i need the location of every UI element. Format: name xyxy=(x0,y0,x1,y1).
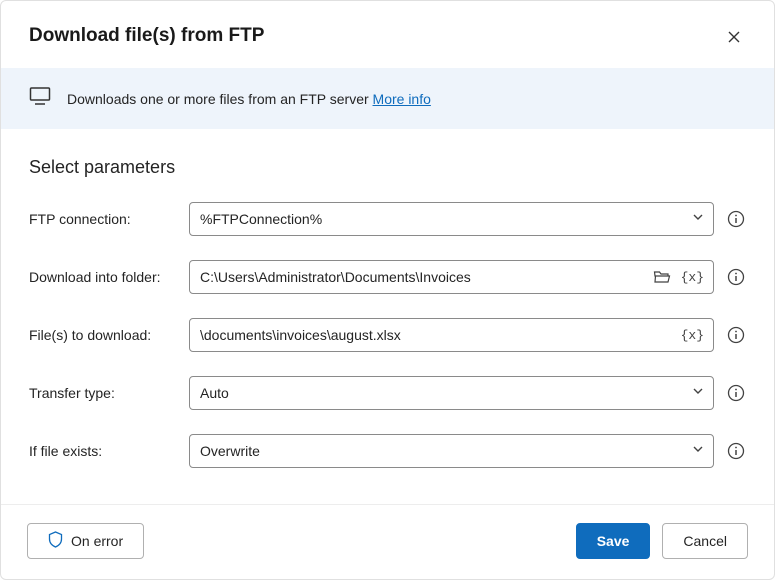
info-banner: Downloads one or more files from an FTP … xyxy=(1,68,774,129)
files-to-download-label: File(s) to download: xyxy=(29,327,177,343)
info-icon[interactable] xyxy=(726,267,746,287)
variable-icon: {x} xyxy=(681,270,704,285)
if-exists-label: If file exists: xyxy=(29,443,177,459)
shield-icon xyxy=(48,531,63,551)
variable-button[interactable]: {x} xyxy=(679,326,706,345)
banner-description: Downloads one or more files from an FTP … xyxy=(67,91,373,107)
info-icon[interactable] xyxy=(726,325,746,345)
info-icon[interactable] xyxy=(726,383,746,403)
monitor-icon xyxy=(29,86,51,111)
dialog-title: Download file(s) from FTP xyxy=(29,25,264,47)
info-icon[interactable] xyxy=(726,441,746,461)
transfer-type-select[interactable] xyxy=(189,376,714,410)
cancel-button[interactable]: Cancel xyxy=(662,523,748,559)
transfer-type-label: Transfer type: xyxy=(29,385,177,401)
folder-open-icon xyxy=(653,269,671,285)
on-error-label: On error xyxy=(71,533,123,549)
variable-button[interactable]: {x} xyxy=(679,268,706,287)
save-button[interactable]: Save xyxy=(576,523,651,559)
section-title: Select parameters xyxy=(29,157,746,178)
download-folder-label: Download into folder: xyxy=(29,269,177,285)
ftp-connection-select[interactable] xyxy=(189,202,714,236)
ftp-connection-label: FTP connection: xyxy=(29,211,177,227)
more-info-link[interactable]: More info xyxy=(373,91,431,107)
close-button[interactable] xyxy=(722,25,746,52)
browse-folder-button[interactable] xyxy=(651,267,673,287)
if-exists-select[interactable] xyxy=(189,434,714,468)
close-icon xyxy=(726,29,742,45)
download-folder-input[interactable] xyxy=(189,260,714,294)
on-error-button[interactable]: On error xyxy=(27,523,144,559)
banner-text: Downloads one or more files from an FTP … xyxy=(67,91,431,107)
files-to-download-input[interactable] xyxy=(189,318,714,352)
info-icon[interactable] xyxy=(726,209,746,229)
variable-icon: {x} xyxy=(681,328,704,343)
